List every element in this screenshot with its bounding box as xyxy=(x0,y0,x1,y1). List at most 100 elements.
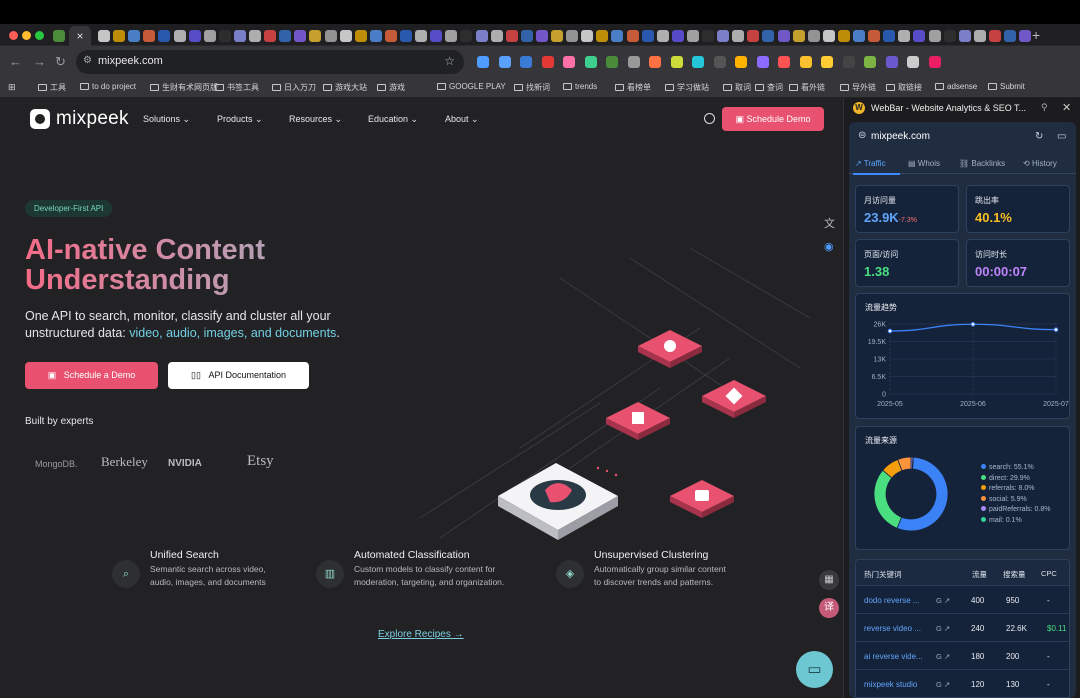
bookmark-item[interactable]: 学习做站 xyxy=(665,82,709,93)
tab-favicon[interactable] xyxy=(354,30,367,42)
tab-favicon[interactable] xyxy=(973,30,986,42)
tab-backlinks[interactable]: ⛓ Backlinks xyxy=(959,159,1005,168)
bookmark-item[interactable]: 书签工具 xyxy=(215,82,259,93)
bookmark-item[interactable]: 取词 xyxy=(723,82,751,93)
extension-icon[interactable] xyxy=(584,56,597,68)
translate-float-icon[interactable]: 译 xyxy=(819,598,839,618)
tab-favicon[interactable] xyxy=(535,30,548,42)
address-bar[interactable]: ⚙ mixpeek.com ☆ xyxy=(76,50,464,74)
bookmark-item[interactable]: 游戏大站 xyxy=(323,82,367,93)
nav-solutions[interactable]: Solutions ⌄ xyxy=(143,114,190,125)
apps-grid-icon[interactable]: ⊞ xyxy=(8,82,16,93)
tab-favicon[interactable] xyxy=(324,30,337,42)
extension-icon[interactable] xyxy=(670,56,683,68)
tab-favicon[interactable] xyxy=(400,30,412,42)
tab-favicon[interactable] xyxy=(807,30,820,42)
tab-favicon[interactable] xyxy=(384,30,397,42)
forward-icon[interactable]: → xyxy=(33,54,46,69)
bookmark-item[interactable]: 查词 xyxy=(755,82,783,93)
extension-float-icon[interactable]: ◉ xyxy=(824,240,834,253)
tab-favicon[interactable] xyxy=(732,30,745,42)
close-panel-icon[interactable]: ✕ xyxy=(1062,101,1071,114)
tab-favicon[interactable] xyxy=(943,30,956,42)
tab-favicon[interactable] xyxy=(868,30,881,42)
explore-recipes-link[interactable]: Explore Recipes → xyxy=(378,629,464,640)
minimize-window-button[interactable] xyxy=(22,31,31,40)
bookmark-item[interactable]: 找新词 xyxy=(514,82,550,93)
google-trend-icon[interactable]: G ↗ xyxy=(936,680,950,689)
extension-icon[interactable] xyxy=(713,56,726,68)
bookmark-item[interactable]: 取链接 xyxy=(886,82,922,93)
back-icon[interactable]: ← xyxy=(9,54,22,69)
tab-favicon[interactable] xyxy=(294,30,307,42)
tab-favicon[interactable] xyxy=(113,30,126,42)
tab-favicon[interactable] xyxy=(717,30,730,42)
bookmark-item[interactable]: 工具 xyxy=(38,82,66,93)
tab-history[interactable]: ⟲ History xyxy=(1023,159,1057,168)
logo-text[interactable]: mixpeek xyxy=(56,108,129,130)
bookmark-item[interactable]: to do project xyxy=(80,82,136,91)
mixpeek-logo-icon[interactable] xyxy=(30,109,50,129)
tab-favicon[interactable] xyxy=(551,30,563,42)
tab-favicon[interactable] xyxy=(883,30,896,42)
nav-products[interactable]: Products ⌄ xyxy=(217,114,263,125)
tab-favicon[interactable] xyxy=(128,30,141,42)
tab-favicon[interactable] xyxy=(641,30,654,42)
tab-favicon[interactable] xyxy=(747,30,760,42)
google-trend-icon[interactable]: G ↗ xyxy=(936,596,950,605)
keyword-link[interactable]: reverse video ... xyxy=(864,624,921,633)
tab-favicon[interactable] xyxy=(596,30,609,42)
active-tab-close[interactable]: × xyxy=(69,26,91,46)
tab-favicon[interactable] xyxy=(671,30,684,42)
tab-favicon[interactable] xyxy=(475,30,488,42)
tab-favicon[interactable] xyxy=(1019,30,1032,42)
new-tab-button[interactable]: + xyxy=(1032,27,1040,43)
tab-favicon[interactable] xyxy=(505,30,518,42)
tab-favicon[interactable] xyxy=(762,30,775,42)
tab-favicon[interactable] xyxy=(445,30,458,42)
refresh-icon[interactable]: ↻ xyxy=(1035,131,1043,142)
tab-favicon[interactable] xyxy=(173,30,186,42)
bookmark-item[interactable]: 日入万刀 xyxy=(272,82,316,93)
bookmark-item[interactable]: adsense xyxy=(935,82,977,91)
extension-icon[interactable] xyxy=(649,56,661,68)
chat-icon[interactable]: ▭ xyxy=(796,651,833,688)
tab-favicon[interactable] xyxy=(309,30,322,42)
tab-favicon[interactable] xyxy=(1004,30,1016,42)
nav-about[interactable]: About ⌄ xyxy=(445,114,479,125)
bookmark-item[interactable]: 看外链 xyxy=(789,82,825,93)
tab-favicon[interactable] xyxy=(898,30,911,42)
tab-favicon[interactable] xyxy=(520,30,533,42)
tab-favicon[interactable] xyxy=(686,30,699,42)
keyword-link[interactable]: ai reverse vide... xyxy=(864,652,923,661)
tab-favicon[interactable] xyxy=(656,30,669,42)
qr-code-icon[interactable]: ▦ xyxy=(819,570,839,590)
tab-favicon[interactable] xyxy=(249,30,261,42)
tab-favicon[interactable] xyxy=(415,30,428,42)
extension-icon[interactable] xyxy=(885,56,898,68)
api-documentation-button[interactable]: ▯▯ API Documentation xyxy=(168,362,309,389)
tab-favicon[interactable] xyxy=(988,30,1001,42)
keyword-row[interactable]: dodo reverse ... 400 950 - G ↗ xyxy=(856,585,1069,613)
google-trend-icon[interactable]: G ↗ xyxy=(936,624,950,633)
schedule-a-demo-button[interactable]: ▣ Schedule a Demo xyxy=(25,362,158,389)
translate-icon[interactable]: 文 xyxy=(824,215,835,231)
tab-favicon[interactable] xyxy=(913,30,926,42)
tab-favicon[interactable] xyxy=(958,30,971,42)
close-window-button[interactable] xyxy=(9,31,18,40)
tab-favicon[interactable] xyxy=(822,30,835,42)
tab-favicon[interactable] xyxy=(203,30,216,42)
keyword-row[interactable]: mixpeek studio 120 130 - G ↗ xyxy=(856,669,1069,697)
tab-favicon[interactable] xyxy=(188,30,201,42)
extension-icon[interactable] xyxy=(735,56,747,68)
tab-favicon[interactable] xyxy=(837,30,850,42)
extension-icon[interactable] xyxy=(842,56,855,68)
user-icon[interactable] xyxy=(704,113,715,124)
tab-favicon[interactable] xyxy=(264,30,277,42)
tab-favicon[interactable] xyxy=(430,30,443,42)
tab-favicon[interactable] xyxy=(98,30,110,42)
bookmark-item[interactable]: trends xyxy=(563,82,597,91)
tab-favicon[interactable] xyxy=(369,30,382,42)
tab-favicon[interactable] xyxy=(218,30,231,42)
keyword-link[interactable]: mixpeek studio xyxy=(864,680,917,689)
